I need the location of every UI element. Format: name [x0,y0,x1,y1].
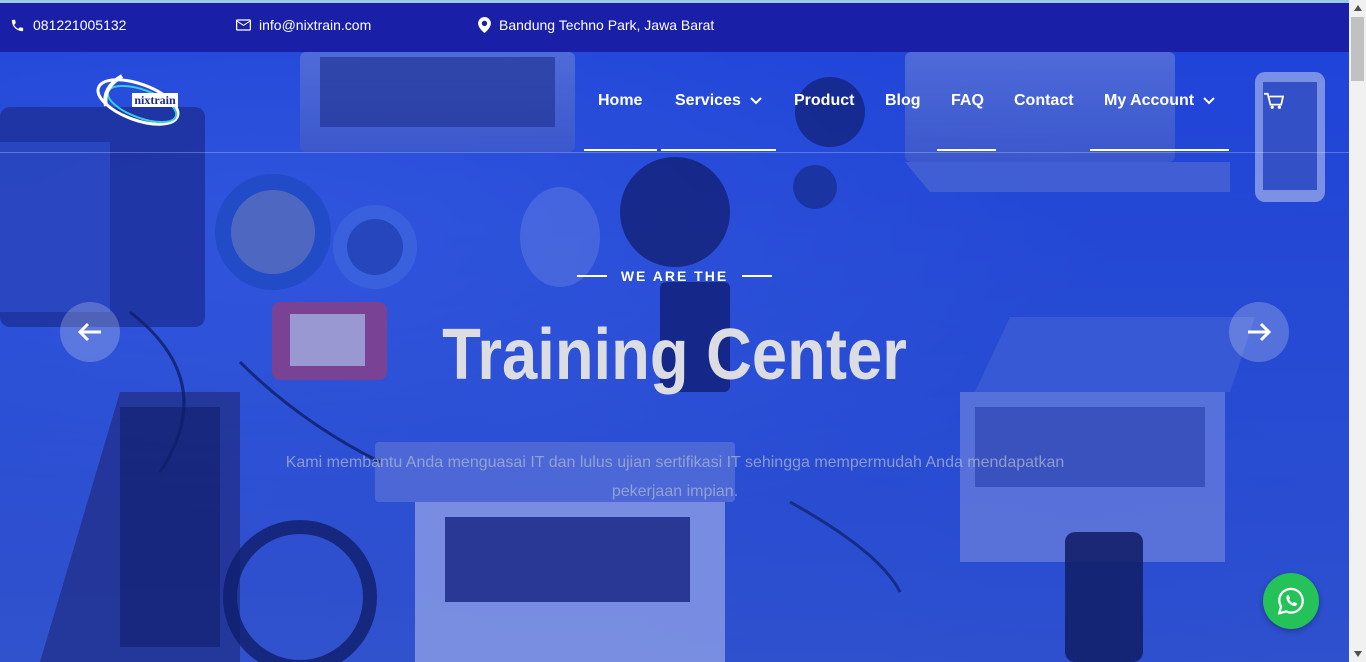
logo-text: nixtrain [134,93,176,107]
slider-next-button[interactable] [1229,302,1289,362]
contact-location[interactable]: Bandung Techno Park, Jawa Barat [478,17,714,33]
arrow-right-icon [1248,322,1272,342]
hero-eyebrow: WE ARE THE [0,268,1349,284]
cart-icon [1264,92,1285,109]
nav-my-account-underline [1090,149,1229,151]
nav-my-account[interactable]: My Account [1104,92,1216,110]
scroll-down-button[interactable] [1349,646,1366,662]
nav-product-label: Product [794,92,855,109]
hero-description: Kami membantu Anda menguasai IT dan lulu… [285,454,1065,500]
cart-button[interactable] [1263,92,1285,115]
main-header: nixtrain Home Services Product Blog FAQ … [0,52,1349,153]
nav-services[interactable]: Services [675,92,763,110]
envelope-icon [236,19,251,31]
phone-number: 081221005132 [33,17,127,33]
hero-slider: nixtrain Home Services Product Blog FAQ … [0,52,1349,662]
nav-services-label: Services [675,92,741,109]
nav-faq-underline [937,149,996,151]
whatsapp-button[interactable] [1263,573,1319,629]
scroll-thumb[interactable] [1351,17,1364,81]
scroll-up-button[interactable] [1349,0,1366,16]
slider-prev-button[interactable] [60,302,120,362]
top-contact-bar: 081221005132 info@nixtrain.com Bandung T… [0,0,1349,52]
chevron-down-icon [1203,97,1215,105]
hero-eyebrow-text: WE ARE THE [620,268,729,284]
nav-faq[interactable]: FAQ [951,92,984,110]
nav-my-account-label: My Account [1104,92,1195,109]
nav-blog[interactable]: Blog [885,92,921,110]
page-scrollbar[interactable] [1349,0,1366,662]
nav-contact[interactable]: Contact [1014,92,1074,110]
nixtrain-logo[interactable]: nixtrain [92,68,184,132]
eyebrow-dash-left [576,275,607,277]
email-address: info@nixtrain.com [259,17,372,33]
nav-home-underline [584,149,657,151]
nav-services-underline [661,149,776,151]
triangle-up-icon [1353,5,1362,11]
arrow-left-icon [77,322,101,342]
nav-blog-label: Blog [885,92,921,109]
hero-headline: Training Center [442,315,907,395]
nav-home[interactable]: Home [598,92,642,110]
phone-icon [11,19,24,31]
chevron-down-icon [750,97,762,105]
nav-contact-label: Contact [1014,92,1074,109]
contact-email[interactable]: info@nixtrain.com [236,17,371,33]
nav-faq-label: FAQ [951,92,984,109]
triangle-down-icon [1353,651,1362,657]
nav-product[interactable]: Product [794,92,854,110]
eyebrow-dash-right [742,275,773,277]
contact-phone[interactable]: 081221005132 [10,17,126,33]
map-pin-icon [478,17,491,33]
location-text: Bandung Techno Park, Jawa Barat [499,17,715,33]
nav-home-label: Home [598,92,643,109]
whatsapp-icon [1277,587,1304,615]
